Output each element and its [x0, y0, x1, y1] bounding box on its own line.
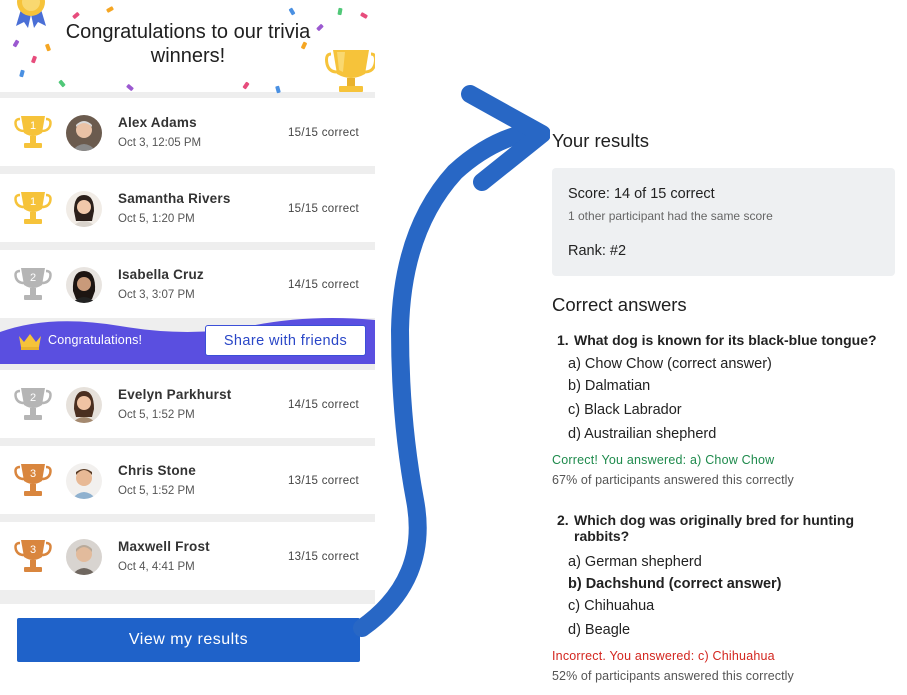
leaderboard-footer: View my results	[0, 604, 375, 695]
score-value: 14 of 15 correct	[613, 186, 715, 202]
question-text-line1: Which dog was originally bred for huntin…	[574, 512, 854, 528]
confetti	[105, 6, 115, 13]
participants-percent: 52% of participants answered this correc…	[552, 669, 794, 683]
svg-text:2: 2	[30, 392, 36, 404]
winner-time: Oct 5, 1:20 PM	[118, 213, 195, 225]
bronze-trophy-icon: 3	[14, 464, 52, 496]
svg-text:1: 1	[30, 120, 36, 132]
leaderboard-row[interactable]: 2 Isabella Cruz Oct 3, 3:07 PM 14/15 cor…	[0, 250, 375, 318]
confetti	[359, 12, 369, 19]
confetti	[58, 79, 66, 88]
svg-text:3: 3	[30, 468, 36, 480]
confetti	[242, 81, 250, 90]
score-line: Score: 14 of 15 correct	[568, 186, 715, 202]
leaderboard-row[interactable]: 3 Chris Stone Oct 5, 1:52 PM 13/15 corre…	[0, 446, 375, 514]
rank-label: Rank:	[568, 243, 606, 259]
rank-value: #2	[609, 243, 627, 259]
congratulations-banner: Congratulations! Share with friends	[0, 312, 375, 364]
correct-answers-heading: Correct answers	[552, 294, 687, 315]
question-text-line2: rabbits?	[574, 528, 630, 544]
winner-time: Oct 3, 12:05 PM	[118, 137, 202, 149]
bronze-trophy-icon: 3	[14, 540, 52, 572]
answer-option: d) Austrailian shepherd	[568, 426, 717, 442]
question-number: 1.	[557, 332, 569, 348]
answer-feedback-correct: Correct! You answered: a) Chow Chow	[552, 453, 775, 467]
avatar	[66, 115, 102, 151]
confetti	[337, 7, 343, 16]
avatar	[66, 191, 102, 227]
answer-option: c) Black Labrador	[568, 402, 682, 418]
leaderboard-row[interactable]: 3 Maxwell Frost Oct 4, 4:41 PM 13/15 cor…	[0, 522, 375, 590]
view-my-results-button[interactable]: View my results	[17, 618, 360, 662]
svg-text:1: 1	[30, 196, 36, 208]
confetti	[72, 11, 80, 20]
curved-arrow-icon	[353, 85, 550, 637]
svg-text:3: 3	[30, 544, 36, 556]
gold-trophy-icon: 1	[14, 116, 52, 148]
question-text: What dog is known for its black-blue ton…	[574, 332, 877, 348]
winner-time: Oct 4, 4:41 PM	[118, 561, 195, 573]
winner-time: Oct 3, 3:07 PM	[118, 289, 195, 301]
avatar	[66, 267, 102, 303]
score-note: 1 other participant had the same score	[568, 209, 773, 223]
winner-name: Chris Stone	[118, 463, 196, 478]
svg-text:2: 2	[30, 272, 36, 284]
answer-option: a) German shepherd	[568, 554, 702, 570]
question-title: 2. Which dog was originally bred for hunt…	[557, 512, 897, 544]
confetti	[288, 7, 296, 16]
leaderboard-row[interactable]: 2 Evelyn Parkhurst Oct 5, 1:52 PM 14/15 …	[0, 370, 375, 438]
winner-name: Isabella Cruz	[118, 267, 204, 282]
rank-line: Rank: #2	[568, 243, 626, 259]
answer-option: d) Beagle	[568, 622, 631, 638]
results-heading: Your results	[552, 130, 650, 151]
participants-percent: 67% of participants answered this correc…	[552, 473, 794, 487]
confetti	[19, 69, 25, 78]
winner-name: Alex Adams	[118, 115, 197, 130]
leaderboard-row[interactable]: 1 Samantha Rivers Oct 5, 1:20 PM 15/15 c…	[0, 174, 375, 242]
silver-trophy-icon: 2	[14, 388, 52, 420]
winner-time: Oct 5, 1:52 PM	[118, 409, 195, 421]
winner-name: Maxwell Frost	[118, 539, 210, 554]
confetti	[275, 85, 281, 94]
leaderboard-panel: Congratulations to our trivia winners! 1…	[0, 0, 375, 695]
answer-feedback-incorrect: Incorrect. You answered: c) Chihuahua	[552, 649, 775, 663]
leaderboard-row[interactable]: 1 Alex Adams Oct 3, 12:05 PM 15/15 corre…	[0, 98, 375, 166]
congratulations-text: Congratulations!	[48, 333, 143, 347]
answer-option: c) Chihuahua	[568, 598, 655, 614]
answer-option: b) Dalmatian	[568, 378, 651, 394]
avatar	[66, 539, 102, 575]
confetti	[12, 39, 20, 48]
avatar	[66, 463, 102, 499]
question-number: 2.	[557, 512, 569, 528]
gold-trophy-icon: 1	[14, 192, 52, 224]
score-card: Score: 14 of 15 correct 1 other particip…	[552, 168, 895, 276]
silver-trophy-icon: 2	[14, 268, 52, 300]
crown-icon	[19, 334, 41, 350]
page-title: Congratulations to our trivia winners!	[65, 21, 311, 67]
score-label: Score:	[568, 186, 610, 202]
answer-option: a) Chow Chow (correct answer)	[568, 356, 772, 372]
winner-name: Evelyn Parkhurst	[118, 387, 232, 402]
question-title: 1. What dog is known for its black-blue t…	[557, 332, 897, 348]
answer-option-correct: b) Dachshund (correct answer)	[568, 576, 782, 592]
confetti	[126, 83, 134, 92]
leaderboard-header: Congratulations to our trivia winners!	[0, 0, 375, 94]
winner-time: Oct 5, 1:52 PM	[118, 485, 195, 497]
winner-name: Samantha Rivers	[118, 191, 231, 206]
avatar	[66, 387, 102, 423]
